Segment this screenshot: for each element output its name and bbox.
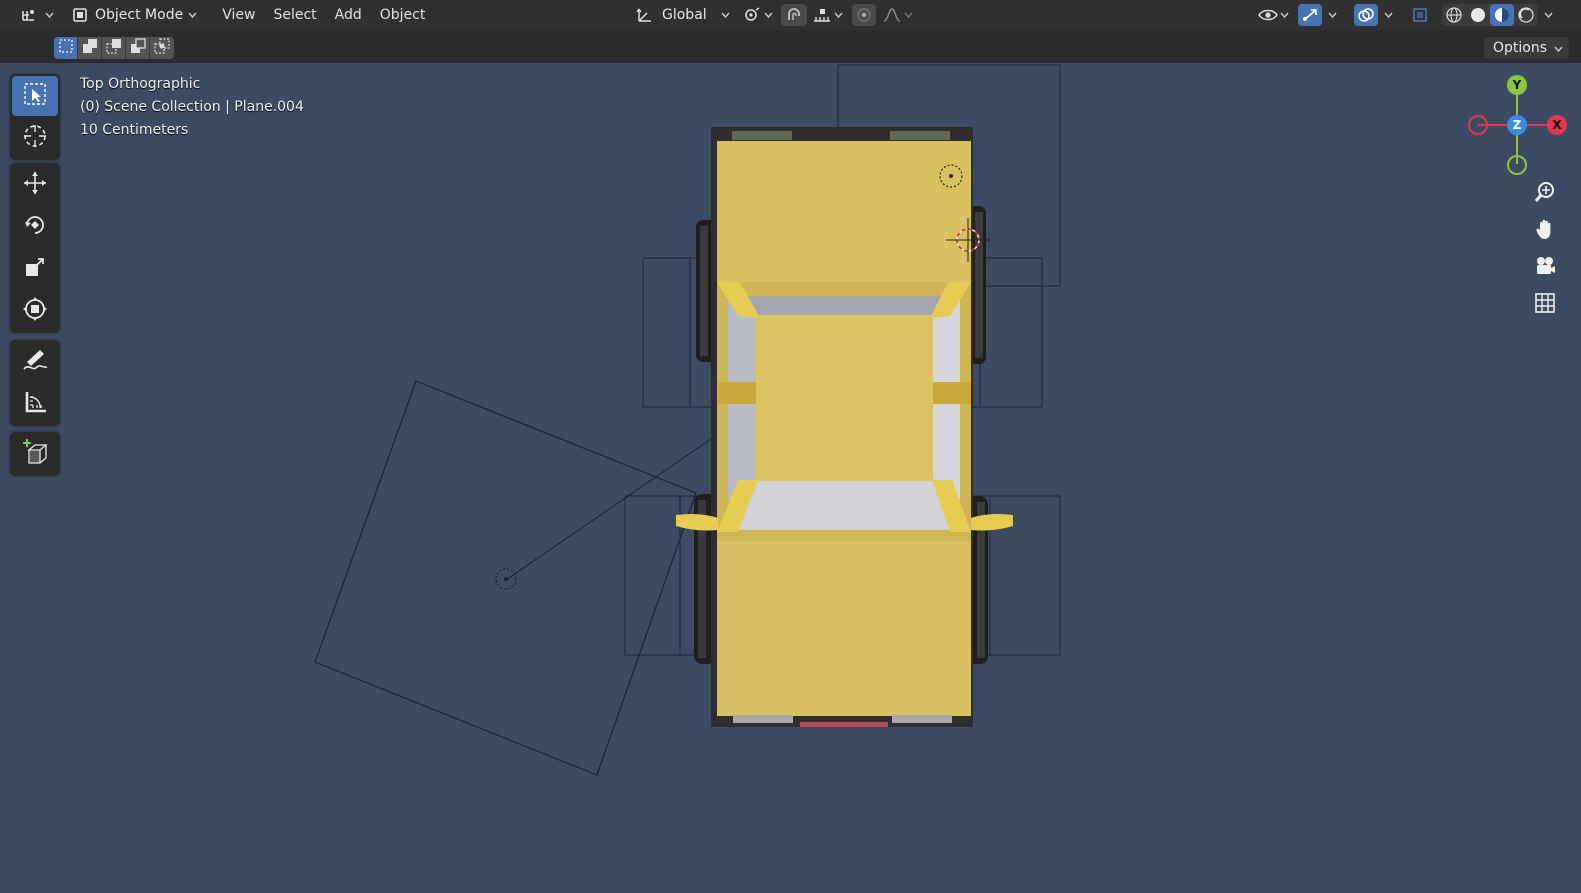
gizmo-x-negative[interactable] <box>1468 115 1488 135</box>
camera-view-button[interactable] <box>1528 251 1562 285</box>
measure-tool[interactable] <box>12 384 58 424</box>
transform-tool[interactable] <box>12 291 58 331</box>
annotate-tool[interactable] <box>12 342 58 382</box>
camera-icon <box>1534 255 1556 281</box>
zoom-button[interactable] <box>1528 177 1562 211</box>
toolbar-add-group <box>10 432 60 476</box>
pan-button[interactable] <box>1528 214 1562 248</box>
toolbar-select-group <box>10 74 60 160</box>
toolbar-annotate-group <box>10 340 60 426</box>
collection-line: (0) Scene Collection | Plane.004 <box>80 99 304 115</box>
measure-icon <box>22 389 48 419</box>
gizmo-z-label: Z <box>1512 118 1522 132</box>
scale-icon <box>22 254 48 284</box>
ortho-grid-button[interactable] <box>1528 288 1562 322</box>
move-tool[interactable] <box>12 165 58 205</box>
car-body[interactable] <box>676 127 1013 727</box>
scale-tool[interactable] <box>12 249 58 289</box>
grid-scale-line: 10 Centimeters <box>80 122 189 138</box>
transform-icon <box>22 296 48 326</box>
navigation-gizmo[interactable]: Y Z X <box>1468 74 1567 178</box>
cursor-tool[interactable] <box>12 118 58 158</box>
hand-icon <box>1534 218 1556 244</box>
cursor-icon <box>22 123 48 153</box>
toolbar-transform-group <box>10 163 60 333</box>
grid-icon <box>1534 292 1556 318</box>
gizmo-y-positive[interactable]: Y <box>1507 75 1527 95</box>
gizmo-x-positive[interactable]: X <box>1547 115 1567 135</box>
add-cube-tool[interactable] <box>12 434 58 474</box>
gizmo-y-negative[interactable] <box>1507 155 1527 175</box>
gizmo-z-positive[interactable]: Z <box>1507 115 1527 135</box>
select-box-icon <box>23 82 47 110</box>
select-box-tool[interactable] <box>12 76 58 116</box>
gizmo-x-label: X <box>1552 118 1562 132</box>
view-name: Top Orthographic <box>80 76 201 92</box>
rotate-tool[interactable] <box>12 207 58 247</box>
zoom-icon <box>1534 181 1556 207</box>
add-cube-icon <box>21 438 49 470</box>
rotate-icon <box>22 212 48 242</box>
annotate-icon <box>21 347 49 377</box>
move-icon <box>22 170 48 200</box>
gizmo-y-label: Y <box>1512 78 1522 92</box>
viewport-info: Top Orthographic (0) Scene Collection | … <box>80 73 304 142</box>
